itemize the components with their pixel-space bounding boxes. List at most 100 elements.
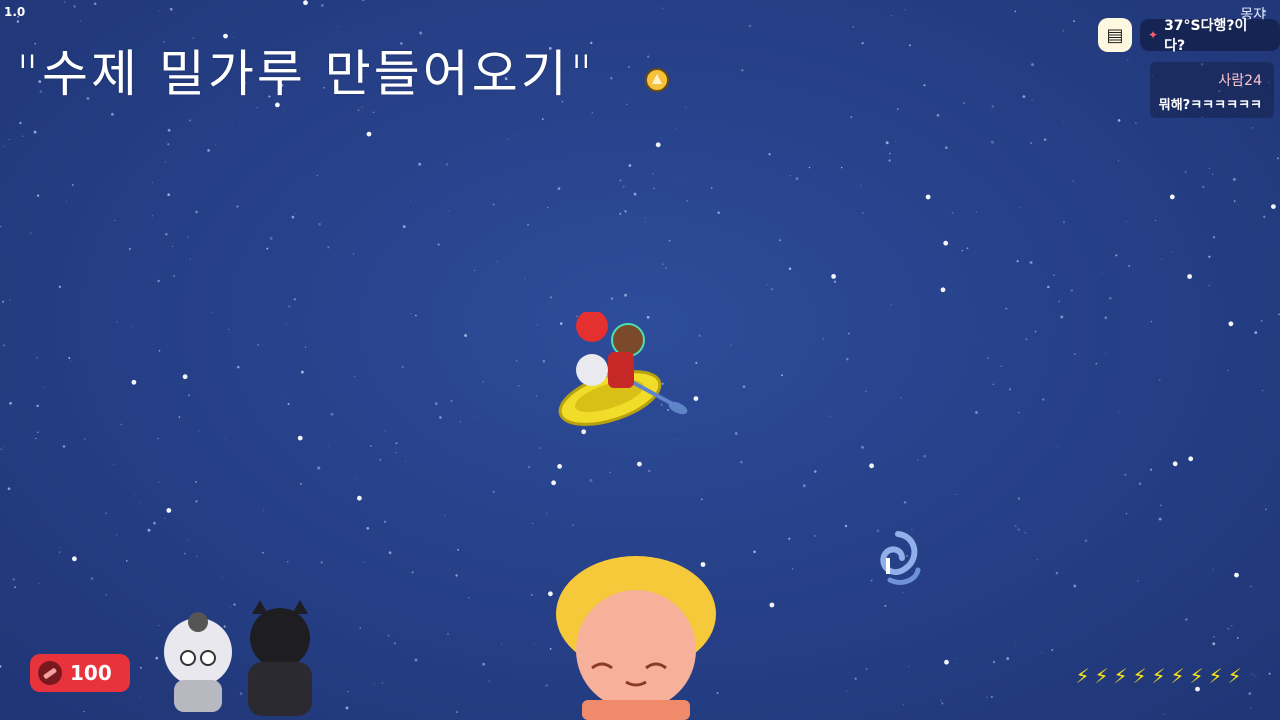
player-head-white <box>576 354 608 386</box>
star <box>1150 468 1153 471</box>
star <box>401 366 404 368</box>
star <box>35 437 37 440</box>
star <box>990 140 994 144</box>
star <box>293 298 296 301</box>
star <box>761 509 763 511</box>
star <box>291 215 295 219</box>
star <box>0 225 2 228</box>
star <box>644 217 646 219</box>
status-pill[interactable]: ✦ 37°S다행?이다? <box>1140 18 1280 54</box>
star <box>1017 497 1021 500</box>
star <box>527 223 530 226</box>
star <box>1265 508 1267 511</box>
star <box>1171 251 1174 253</box>
star <box>619 179 622 182</box>
star <box>66 200 68 202</box>
star <box>813 534 817 538</box>
star <box>187 236 190 238</box>
star <box>468 597 470 599</box>
chat-button[interactable]: ▤ <box>1098 18 1132 52</box>
lightning-icon: ⚡ <box>1227 664 1242 688</box>
star <box>372 111 375 114</box>
star <box>30 232 32 234</box>
star <box>38 582 40 585</box>
star <box>693 396 699 401</box>
star <box>83 710 85 713</box>
star <box>68 357 71 359</box>
star <box>361 106 363 108</box>
star <box>482 381 484 383</box>
star <box>961 249 963 252</box>
star <box>1202 185 1205 189</box>
star <box>626 103 628 106</box>
star <box>850 115 853 119</box>
star <box>395 442 398 445</box>
star <box>627 66 630 68</box>
star <box>266 247 269 250</box>
star <box>167 128 171 132</box>
star <box>748 24 752 28</box>
star <box>1008 388 1012 391</box>
black-cat-character-head <box>250 608 310 668</box>
star <box>359 627 361 629</box>
star <box>695 361 698 364</box>
star <box>795 177 799 181</box>
alert-icon[interactable] <box>645 68 669 92</box>
star <box>900 396 902 399</box>
star <box>165 161 167 163</box>
star <box>936 114 940 117</box>
star <box>414 658 418 662</box>
star <box>1062 120 1064 122</box>
star <box>4 445 6 447</box>
star <box>186 539 188 541</box>
star <box>829 415 831 417</box>
star <box>854 677 857 680</box>
star <box>1014 644 1016 646</box>
star <box>384 430 386 432</box>
star <box>781 374 783 377</box>
star <box>609 471 611 474</box>
star <box>3 146 5 148</box>
star <box>1268 672 1271 675</box>
star <box>411 571 414 574</box>
star <box>138 697 140 699</box>
star <box>992 660 996 664</box>
star <box>681 123 682 125</box>
star <box>1184 170 1187 173</box>
star <box>157 279 160 283</box>
star <box>22 135 24 137</box>
companion-characters <box>164 600 312 716</box>
lightning-icon: ⚡ <box>1189 664 1204 688</box>
star <box>518 385 520 387</box>
star <box>1233 200 1236 202</box>
lightning-icon: ⚡ <box>1094 664 1109 688</box>
star <box>685 106 687 108</box>
star <box>1053 274 1055 277</box>
star <box>297 435 303 441</box>
star <box>357 109 360 112</box>
star <box>303 0 308 6</box>
star <box>1000 365 1002 367</box>
star <box>1234 572 1239 578</box>
star <box>1 300 5 303</box>
star <box>183 136 185 138</box>
player-raft[interactable] <box>552 312 692 432</box>
lightning-icon: ⚡ <box>1246 664 1261 688</box>
star <box>318 222 322 226</box>
star <box>647 55 650 58</box>
star <box>1072 180 1074 182</box>
star <box>207 148 211 152</box>
star <box>589 479 593 482</box>
star <box>153 521 156 525</box>
star <box>131 326 133 327</box>
star <box>710 187 713 189</box>
star <box>287 561 289 563</box>
star <box>869 463 874 469</box>
star <box>1070 289 1074 292</box>
star <box>9 401 12 405</box>
star <box>1127 59 1129 61</box>
star <box>182 374 188 380</box>
star <box>1260 319 1263 322</box>
star <box>0 448 3 451</box>
star <box>624 210 627 213</box>
